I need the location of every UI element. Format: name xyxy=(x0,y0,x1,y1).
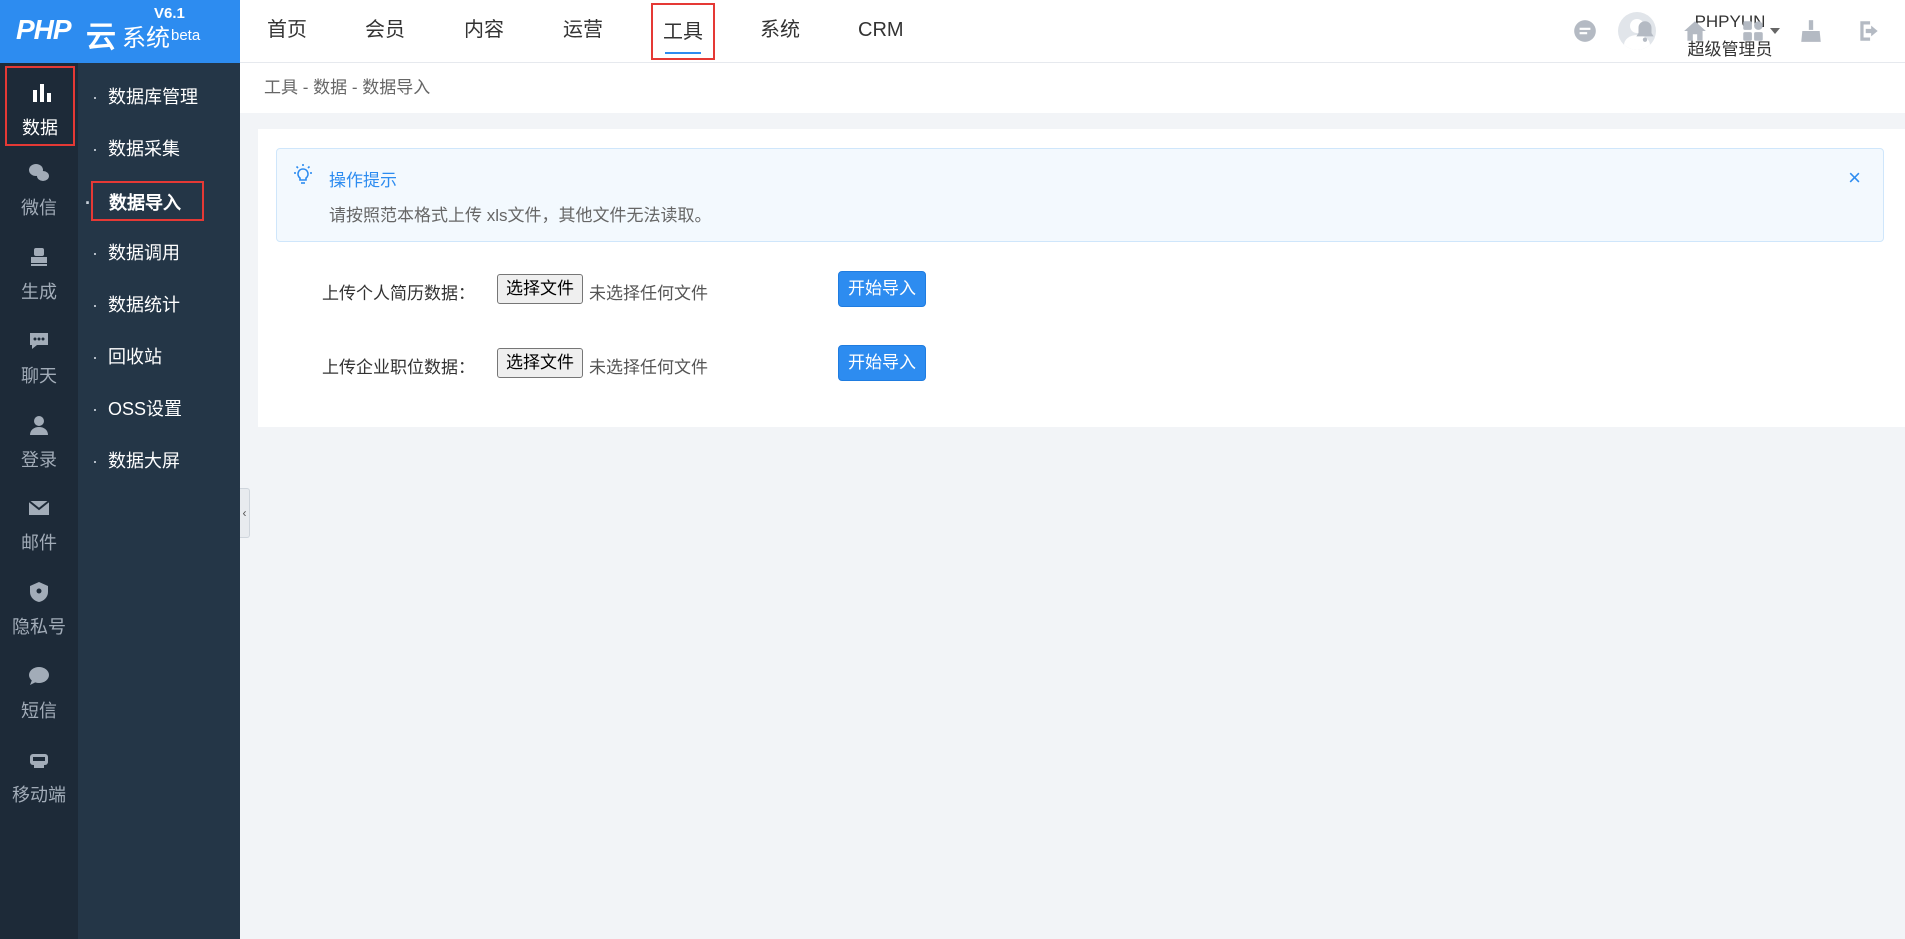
breadcrumb: 工具 - 数据 - 数据导入 xyxy=(240,63,1905,113)
upload-row-resume: 上传个人简历数据： 选择文件 未选择任何文件 开始导入 xyxy=(258,269,1158,309)
logo-beta: beta xyxy=(171,27,201,44)
logo-version: V6.1 xyxy=(154,5,185,22)
rail-item-label: 隐私号 xyxy=(12,617,66,637)
topnav-home[interactable]: 首页 xyxy=(257,0,317,63)
submenu-item-database[interactable]: 数据库管理 xyxy=(92,77,232,117)
rail-item-label: 邮件 xyxy=(21,533,57,553)
start-import-button[interactable]: 开始导入 xyxy=(838,345,926,381)
submenu-item-oss-settings[interactable]: OSS设置 xyxy=(92,389,232,429)
submenu-item-import[interactable]: 数据导入 xyxy=(85,181,204,223)
chevron-left-icon: ‹ xyxy=(242,506,247,520)
rail-item-label: 登录 xyxy=(21,450,57,470)
primary-sidebar: 数据 微信 生成 聊天 登录 邮件 隐私号 短信 移动端 xyxy=(0,63,78,939)
tip-title: 操作提示 xyxy=(329,171,397,190)
submenu-item-collect[interactable]: 数据采集 xyxy=(92,129,232,169)
bell-icon[interactable] xyxy=(1632,18,1658,44)
shield-icon xyxy=(30,582,48,602)
logo-cloud: 云 xyxy=(86,21,116,54)
user-icon xyxy=(30,416,48,435)
file-status: 未选择任何文件 xyxy=(589,284,708,303)
rail-item-label: 短信 xyxy=(21,701,57,721)
rail-item-chat[interactable]: 聊天 xyxy=(0,316,78,396)
import-panel: 操作提示 请按照范本格式上传 xls文件，其他文件无法读取。 × 上传个人简历数… xyxy=(258,129,1905,427)
sidebar-collapse-handle[interactable]: ‹ xyxy=(240,488,250,538)
rail-item-label: 微信 xyxy=(21,198,57,218)
logo[interactable]: PHP 云 系统 V6.1 beta xyxy=(0,0,240,63)
choose-file-button[interactable]: 选择文件 xyxy=(497,274,583,304)
start-import-button[interactable]: 开始导入 xyxy=(838,271,926,307)
broom-icon[interactable] xyxy=(1798,18,1824,44)
app-icon xyxy=(30,754,48,768)
choose-file-button[interactable]: 选择文件 xyxy=(497,348,583,378)
rail-item-label: 生成 xyxy=(21,282,57,302)
tip-text: 请按照范本格式上传 xls文件，其他文件无法读取。 xyxy=(329,206,712,225)
topnav-system[interactable]: 系统 xyxy=(750,0,810,63)
rail-item-label: 聊天 xyxy=(21,366,57,386)
file-status: 未选择任何文件 xyxy=(589,358,708,377)
submenu-item-recycle-bin[interactable]: 回收站 xyxy=(92,337,232,377)
rail-item-label: 数据 xyxy=(22,118,58,138)
rail-item-wechat[interactable]: 微信 xyxy=(0,148,78,228)
message-icon xyxy=(29,667,49,685)
lightbulb-icon xyxy=(294,164,312,184)
upload-label: 上传个人简历数据： xyxy=(322,284,475,303)
apps-grid-icon[interactable] xyxy=(1740,18,1766,44)
bar-chart-icon xyxy=(33,84,51,102)
chat-icon xyxy=(30,333,48,349)
topnav-crm[interactable]: CRM xyxy=(848,0,914,63)
upload-row-jobs: 上传企业职位数据： 选择文件 未选择任何文件 开始导入 xyxy=(258,343,1158,383)
wechat-icon xyxy=(29,164,49,181)
rail-item-data[interactable]: 数据 xyxy=(5,66,75,146)
rail-item-label: 移动端 xyxy=(12,785,66,805)
rail-item-mobile[interactable]: 移动端 xyxy=(0,735,78,815)
secondary-sidebar: 数据库管理 数据采集 数据导入 数据调用 数据统计 回收站 OSS设置 数据大屏 xyxy=(78,63,240,939)
logo-system: 系统 xyxy=(122,25,170,52)
topnav-operations[interactable]: 运营 xyxy=(553,0,613,63)
rail-item-login[interactable]: 登录 xyxy=(0,400,78,480)
operation-tip: 操作提示 请按照范本格式上传 xls文件，其他文件无法读取。 × xyxy=(276,148,1884,242)
chevron-down-icon[interactable] xyxy=(1770,28,1780,34)
topnav-tools[interactable]: 工具 xyxy=(651,3,715,60)
top-navbar: 首页 会员 内容 运营 工具 系统 CRM PHPYUN 超级管理员 xyxy=(240,0,1905,63)
rail-item-mail[interactable]: 邮件 xyxy=(0,483,78,563)
chat-bubble-icon[interactable] xyxy=(1572,18,1598,44)
upload-label: 上传企业职位数据： xyxy=(322,358,475,377)
home-icon[interactable] xyxy=(1682,18,1708,44)
rail-item-privacy-number[interactable]: 隐私号 xyxy=(0,567,78,647)
topnav-members[interactable]: 会员 xyxy=(355,0,415,63)
logout-icon[interactable] xyxy=(1856,18,1882,44)
close-icon[interactable]: × xyxy=(1848,167,1861,189)
mail-icon xyxy=(28,500,50,515)
topnav-content[interactable]: 内容 xyxy=(454,0,514,63)
logo-brand: PHP xyxy=(16,14,72,45)
submenu-item-big-screen[interactable]: 数据大屏 xyxy=(92,441,232,481)
rail-item-sms[interactable]: 短信 xyxy=(0,651,78,731)
submenu-item-invoke[interactable]: 数据调用 xyxy=(92,233,232,273)
stamp-icon xyxy=(31,248,47,266)
submenu-item-statistics[interactable]: 数据统计 xyxy=(92,285,232,325)
rail-item-generate[interactable]: 生成 xyxy=(0,232,78,312)
